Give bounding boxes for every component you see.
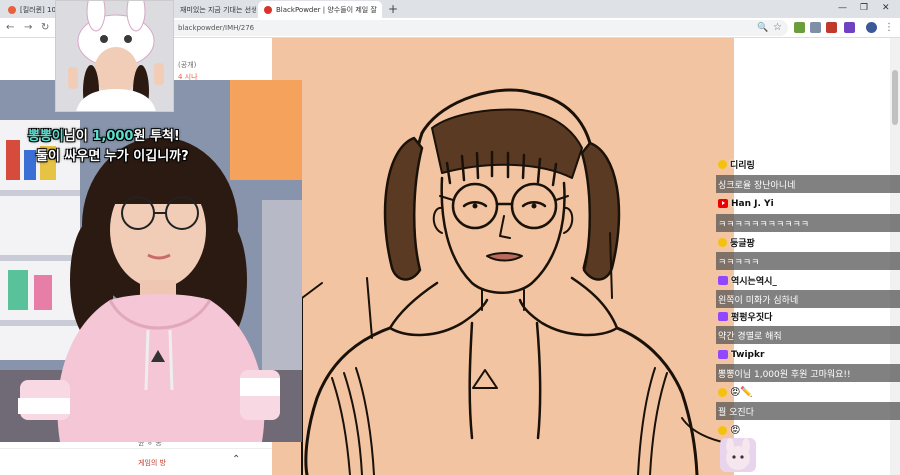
sidebar-text: (공개) bbox=[178, 61, 197, 69]
chat-sticker-image bbox=[720, 438, 756, 472]
chat-username-row: 😡✏️ bbox=[716, 384, 900, 401]
tab-label: 재미있는 지금 기대는 선생님 - Google 검 bbox=[180, 5, 256, 14]
chat-message-row: ㅋㅋㅋㅋㅋ bbox=[716, 252, 900, 270]
chat-message-row: 약간 경멸로 해줘 bbox=[716, 326, 900, 344]
tab-favicon-icon bbox=[264, 5, 272, 14]
donation-text: 님이 bbox=[63, 129, 93, 144]
chat-username-row: 펑펑우짓다 bbox=[716, 308, 900, 325]
donor-name: 뽕뽕이 bbox=[28, 129, 64, 144]
chat-message-row: 꿜 오진다 bbox=[716, 402, 900, 420]
chat-message: 약간 경멸로 해줘 bbox=[718, 331, 782, 342]
donation-alert: 뽕뽕이님이 1,000원 투척! 둘이 싸우면 누가 이깁니까? bbox=[28, 127, 308, 167]
tab-google-search[interactable]: 재미있는 지금 기대는 선생님 - Google 검 × bbox=[174, 1, 256, 18]
chat-username: 😡 bbox=[730, 424, 741, 436]
chat-username: 😡✏️ bbox=[730, 386, 753, 398]
chat-username-row: 😡 bbox=[716, 422, 900, 439]
forward-arrow-icon[interactable]: → bbox=[24, 20, 32, 36]
chat-username: Twipkr bbox=[731, 349, 765, 360]
donation-amount: 1,000 bbox=[92, 129, 134, 144]
maximize-icon[interactable]: ❐ bbox=[860, 1, 868, 15]
chat-message-row: 왼쪽이 미화가 심하네 bbox=[716, 290, 900, 308]
close-window-icon[interactable]: ✕ bbox=[882, 1, 890, 15]
close-tab-icon[interactable]: × bbox=[381, 5, 382, 14]
drawing-canvas[interactable] bbox=[272, 38, 734, 475]
tab-blackpowder[interactable]: BlackPowder | 양수들이 제일 잘 × bbox=[258, 1, 382, 18]
minimize-icon[interactable]: — bbox=[838, 1, 847, 15]
pip-webcam-image bbox=[56, 1, 173, 111]
extension-icon[interactable] bbox=[794, 22, 805, 33]
donation-message: 둘이 싸우면 누가 이깁니까? bbox=[36, 149, 189, 164]
scrollbar-thumb[interactable] bbox=[892, 70, 898, 125]
sticker-character-icon bbox=[726, 438, 750, 470]
chat-message: 싱크로율 장난아니네 bbox=[718, 180, 796, 191]
webcam-pip bbox=[55, 0, 174, 112]
reload-icon[interactable]: ↻ bbox=[41, 20, 49, 36]
chat-username: Han J. Yi bbox=[731, 198, 774, 209]
extension-icon[interactable] bbox=[810, 22, 821, 33]
chat-username-row: Twipkr bbox=[716, 346, 900, 363]
chat-username: 디리링 bbox=[730, 161, 755, 171]
profile-avatar[interactable] bbox=[866, 22, 877, 33]
donation-text: 원 투척! bbox=[133, 129, 180, 144]
star-badge-icon bbox=[718, 160, 727, 169]
chat-username-row: Han J. Yi bbox=[716, 195, 900, 212]
new-tab-icon[interactable]: + bbox=[388, 1, 398, 17]
chat-message: 뽕뽕이님 1,000원 후원 고마워요!! bbox=[718, 369, 851, 380]
chat-username: 역시는역시_ bbox=[731, 277, 777, 287]
tab-label: [킬러퀸] 10 bbox=[20, 5, 56, 14]
bookmark-star-icon[interactable]: ☆ bbox=[773, 20, 782, 36]
twitch-badge-icon bbox=[718, 312, 728, 321]
chat-message: ㅋㅋㅋㅋㅋ bbox=[718, 257, 760, 268]
extension-icon[interactable] bbox=[844, 22, 855, 33]
chat-username-row: 둥글팡 bbox=[716, 234, 900, 251]
star-badge-icon bbox=[718, 388, 727, 397]
tab-favicon-icon bbox=[8, 5, 16, 14]
chat-username: 둥글팡 bbox=[730, 239, 755, 249]
twitch-badge-icon bbox=[718, 350, 728, 359]
screen: [킬러퀸] 10 재미있는 지금 기대는 선생님 - Google 검 × Bl… bbox=[0, 0, 900, 475]
extension-icon[interactable] bbox=[826, 22, 837, 33]
menu-kebab-icon[interactable]: ⋮ bbox=[884, 20, 894, 36]
zoom-icon[interactable]: 🔍 bbox=[757, 20, 768, 36]
sidebar-link-game-room[interactable]: 게임의 방 bbox=[138, 458, 166, 468]
youtube-badge-icon bbox=[718, 199, 728, 208]
chat-username-row: 역시는역시_ bbox=[716, 272, 900, 289]
tab-label: BlackPowder | 양수들이 제일 잘 bbox=[276, 5, 377, 14]
twitch-badge-icon bbox=[718, 276, 728, 285]
chat-message: ㅋㅋㅋㅋㅋㅋㅋㅋㅋㅋㅋ bbox=[718, 219, 810, 230]
chat-message-row: 싱크로율 장난아니네 bbox=[716, 175, 900, 193]
url-text: blackpowder/IMH/276 bbox=[178, 24, 255, 32]
chevron-up-icon[interactable]: ⌃ bbox=[232, 454, 240, 465]
chat-username: 펑펑우짓다 bbox=[731, 313, 773, 323]
chat-message: 꿜 오진다 bbox=[718, 407, 754, 418]
star-badge-icon bbox=[718, 426, 727, 435]
chat-message: 왼쪽이 미화가 심하네 bbox=[718, 295, 799, 306]
chat-username-row: 디리링 bbox=[716, 156, 900, 173]
back-arrow-icon[interactable]: ← bbox=[6, 20, 14, 36]
chat-message-row: 뽕뽕이님 1,000원 후원 고마워요!! bbox=[716, 364, 900, 382]
chat-message-row: ㅋㅋㅋㅋㅋㅋㅋㅋㅋㅋㅋ bbox=[716, 214, 900, 232]
donation-headline: 뽕뽕이님이 1,000원 투척! bbox=[28, 127, 308, 147]
star-badge-icon bbox=[718, 238, 727, 247]
portrait-line-drawing bbox=[301, 88, 728, 475]
